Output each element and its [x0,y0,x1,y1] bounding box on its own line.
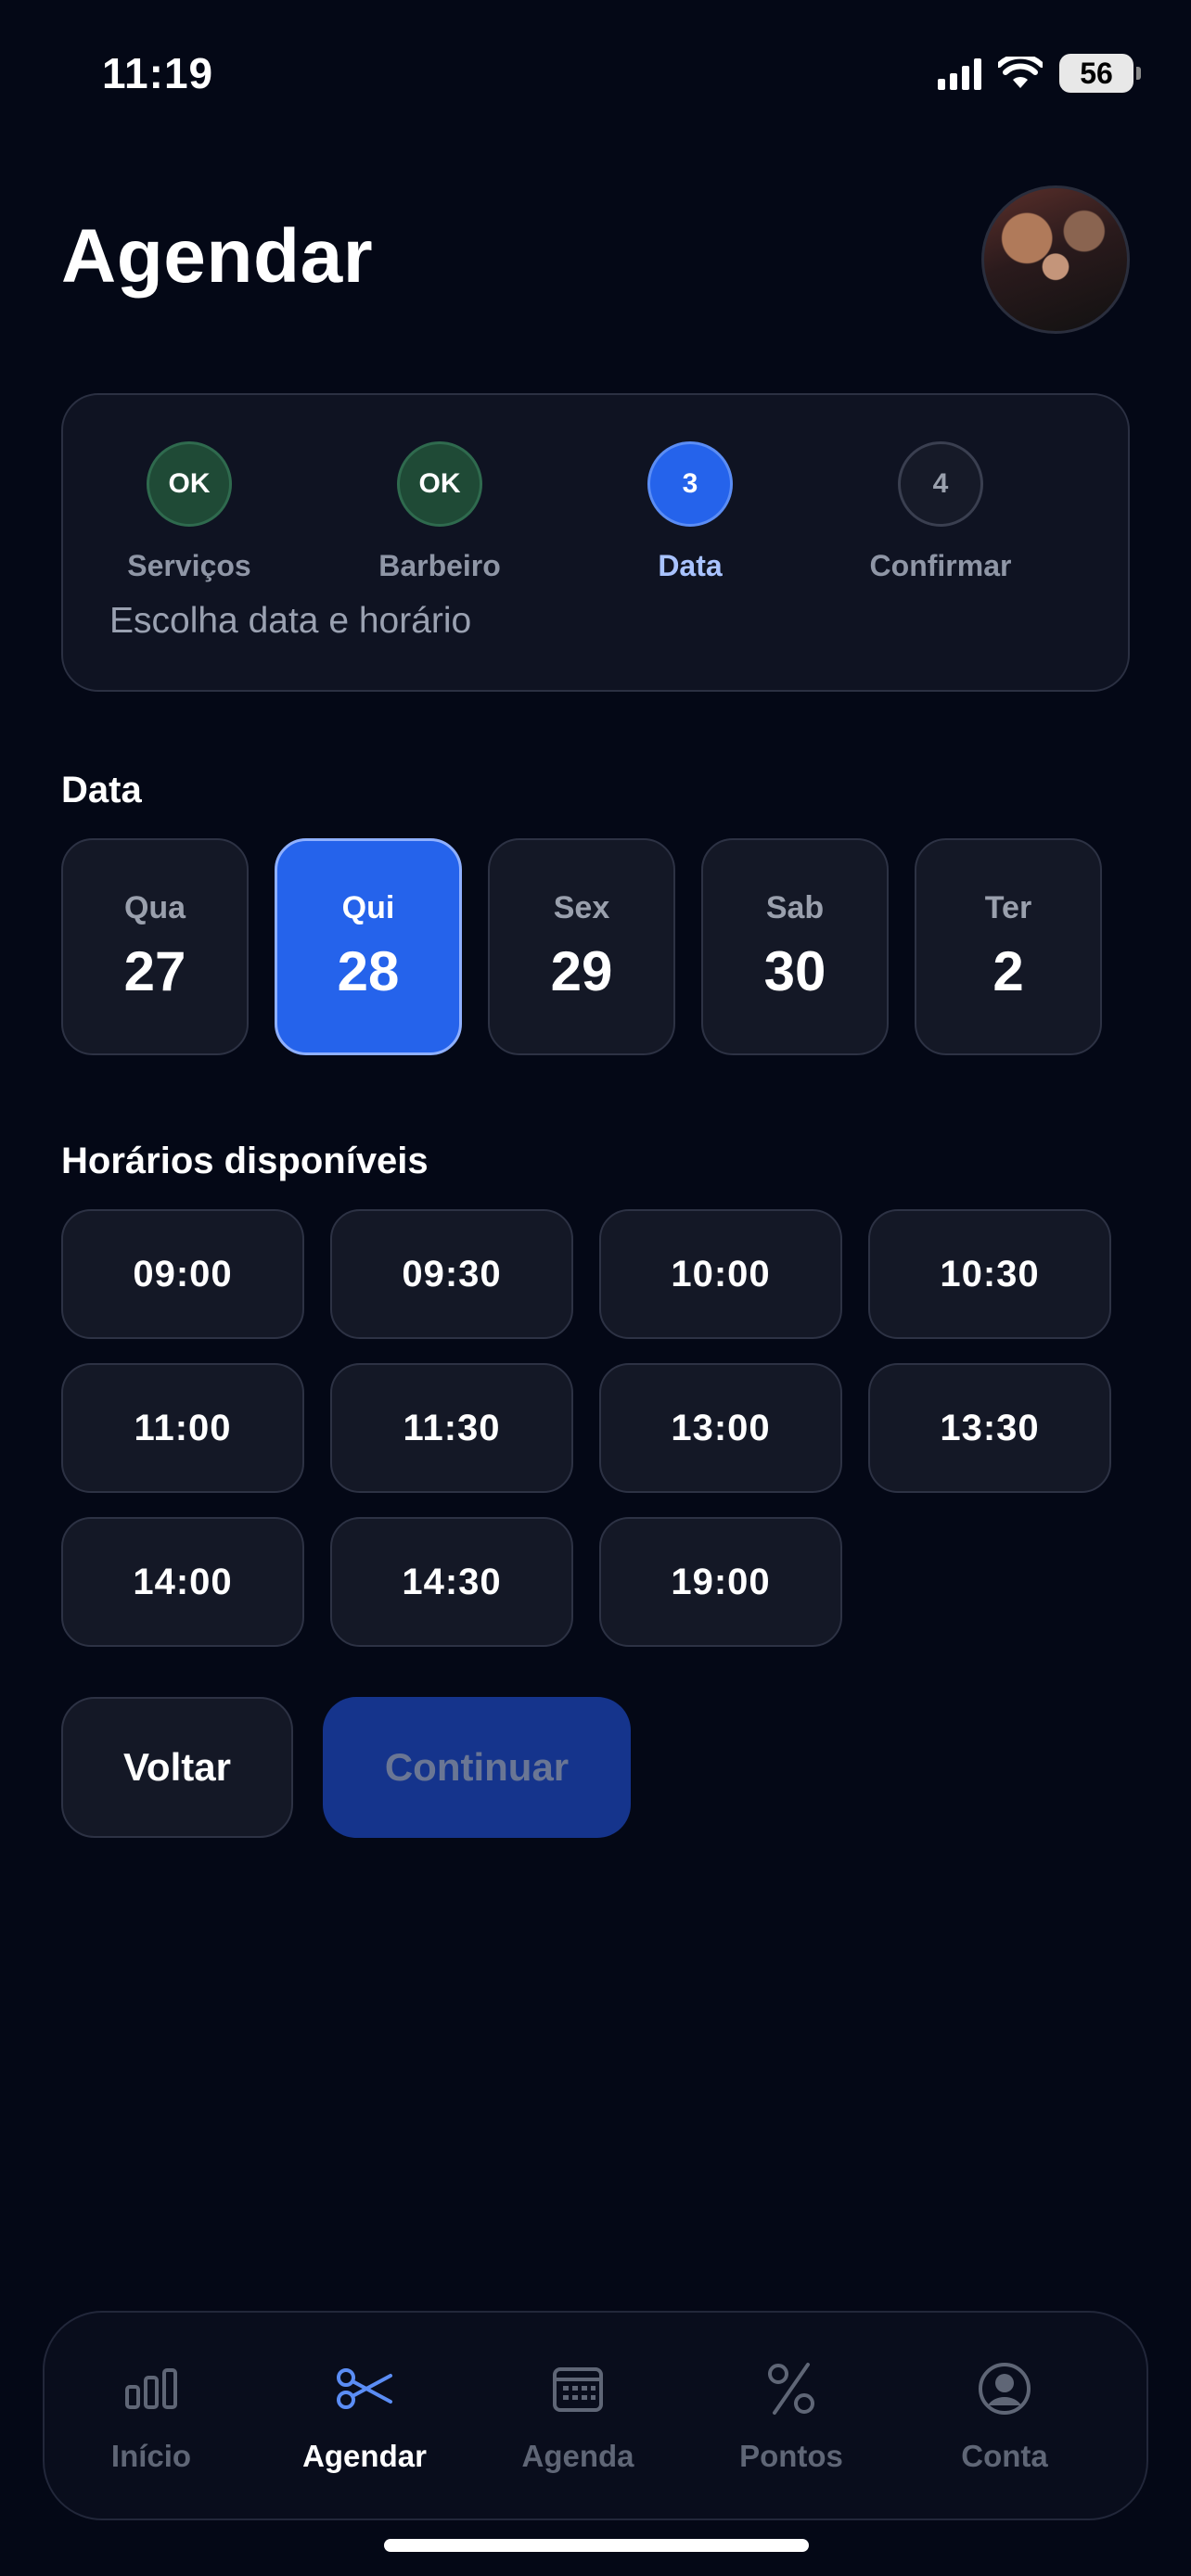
step-servicos: OK Serviços [87,441,291,583]
scissors-icon [258,2359,471,2418]
date-section-label: Data [61,770,142,810]
tab-agenda[interactable]: Agenda [471,2359,685,2474]
step-badge: 4 [898,441,983,527]
step-label: Barbeiro [378,549,501,582]
date-weekday: Sex [553,890,610,925]
step-badge: OK [147,441,232,527]
time-slot[interactable]: 13:30 [868,1363,1111,1493]
time-slot[interactable]: 10:30 [868,1209,1111,1339]
step-label: Data [658,549,723,582]
avatar[interactable] [981,185,1130,334]
step-label: Serviços [127,549,251,582]
date-weekday: Qui [341,890,395,925]
step-badge: OK [397,441,482,527]
signal-icon [938,57,981,90]
date-day: 30 [763,940,826,1002]
step-data: 3 Data [588,441,792,583]
time-slot[interactable]: 10:00 [599,1209,842,1339]
booking-stepper: OK Serviços OK Barbeiro 3 Data 4 Confirm… [61,393,1130,692]
tab-label: Conta [961,2439,1048,2473]
date-weekday: Qua [123,890,186,925]
tab-pontos[interactable]: Pontos [685,2359,898,2474]
back-button[interactable]: Voltar [61,1697,293,1838]
time-slot[interactable]: 09:00 [61,1209,304,1339]
date-selector: Qua 27 Qui 28 Sex 29 Sab 30 Ter 2 [61,838,1102,1055]
tab-label: Agendar [302,2439,427,2473]
tab-label: Início [110,2439,192,2473]
tab-inicio[interactable]: Início [45,2359,258,2474]
tab-agendar[interactable]: Agendar [258,2359,471,2474]
time-slot[interactable]: 11:00 [61,1363,304,1493]
step-label: Confirmar [869,549,1012,582]
time-slot[interactable]: 09:30 [330,1209,573,1339]
times-section-label: Horários disponíveis [61,1141,429,1181]
calendar-icon [471,2359,685,2418]
date-option[interactable]: Sab 30 [701,838,889,1055]
tab-label: Agenda [521,2439,634,2473]
date-weekday: Ter [984,890,1032,925]
account-icon [898,2359,1111,2418]
time-slot-grid: 09:00 09:30 10:00 10:30 11:00 11:30 13:0… [61,1209,1111,1647]
date-day: 28 [337,940,400,1002]
screen: 11:19 56 Agendar OK Serviços OK Barbeiro… [0,0,1191,2576]
date-option[interactable]: Sex 29 [488,838,675,1055]
page-title: Agendar [61,214,374,299]
battery-icon: 56 [1059,54,1141,93]
date-option[interactable]: Ter 2 [915,838,1102,1055]
home-indicator[interactable] [384,2539,809,2552]
step-barbeiro: OK Barbeiro [338,441,542,583]
continue-button[interactable]: Continuar [323,1697,631,1838]
percent-icon [685,2359,898,2418]
time-slot[interactable]: 14:30 [330,1517,573,1647]
time-slot[interactable]: 14:00 [61,1517,304,1647]
date-option-selected[interactable]: Qui 28 [275,838,462,1055]
tab-bar: Início Agendar Agenda Pontos Conta [43,2311,1148,2520]
status-icons: 56 [938,54,1141,93]
status-time: 11:19 [102,49,214,97]
step-badge: 3 [647,441,733,527]
tab-label: Pontos [739,2439,843,2473]
date-day: 29 [550,940,613,1002]
tab-conta[interactable]: Conta [898,2359,1111,2474]
stepper-hint: Escolha data e horário [109,601,472,641]
time-slot[interactable]: 11:30 [330,1363,573,1493]
bar-chart-icon [45,2359,258,2418]
date-option[interactable]: Qua 27 [61,838,249,1055]
date-day: 27 [123,940,186,1002]
date-weekday: Sab [765,890,825,925]
wifi-icon [998,57,1043,88]
date-day: 2 [992,940,1024,1002]
step-confirmar: 4 Confirmar [839,441,1043,583]
time-slot[interactable]: 13:00 [599,1363,842,1493]
time-slot[interactable]: 19:00 [599,1517,842,1647]
